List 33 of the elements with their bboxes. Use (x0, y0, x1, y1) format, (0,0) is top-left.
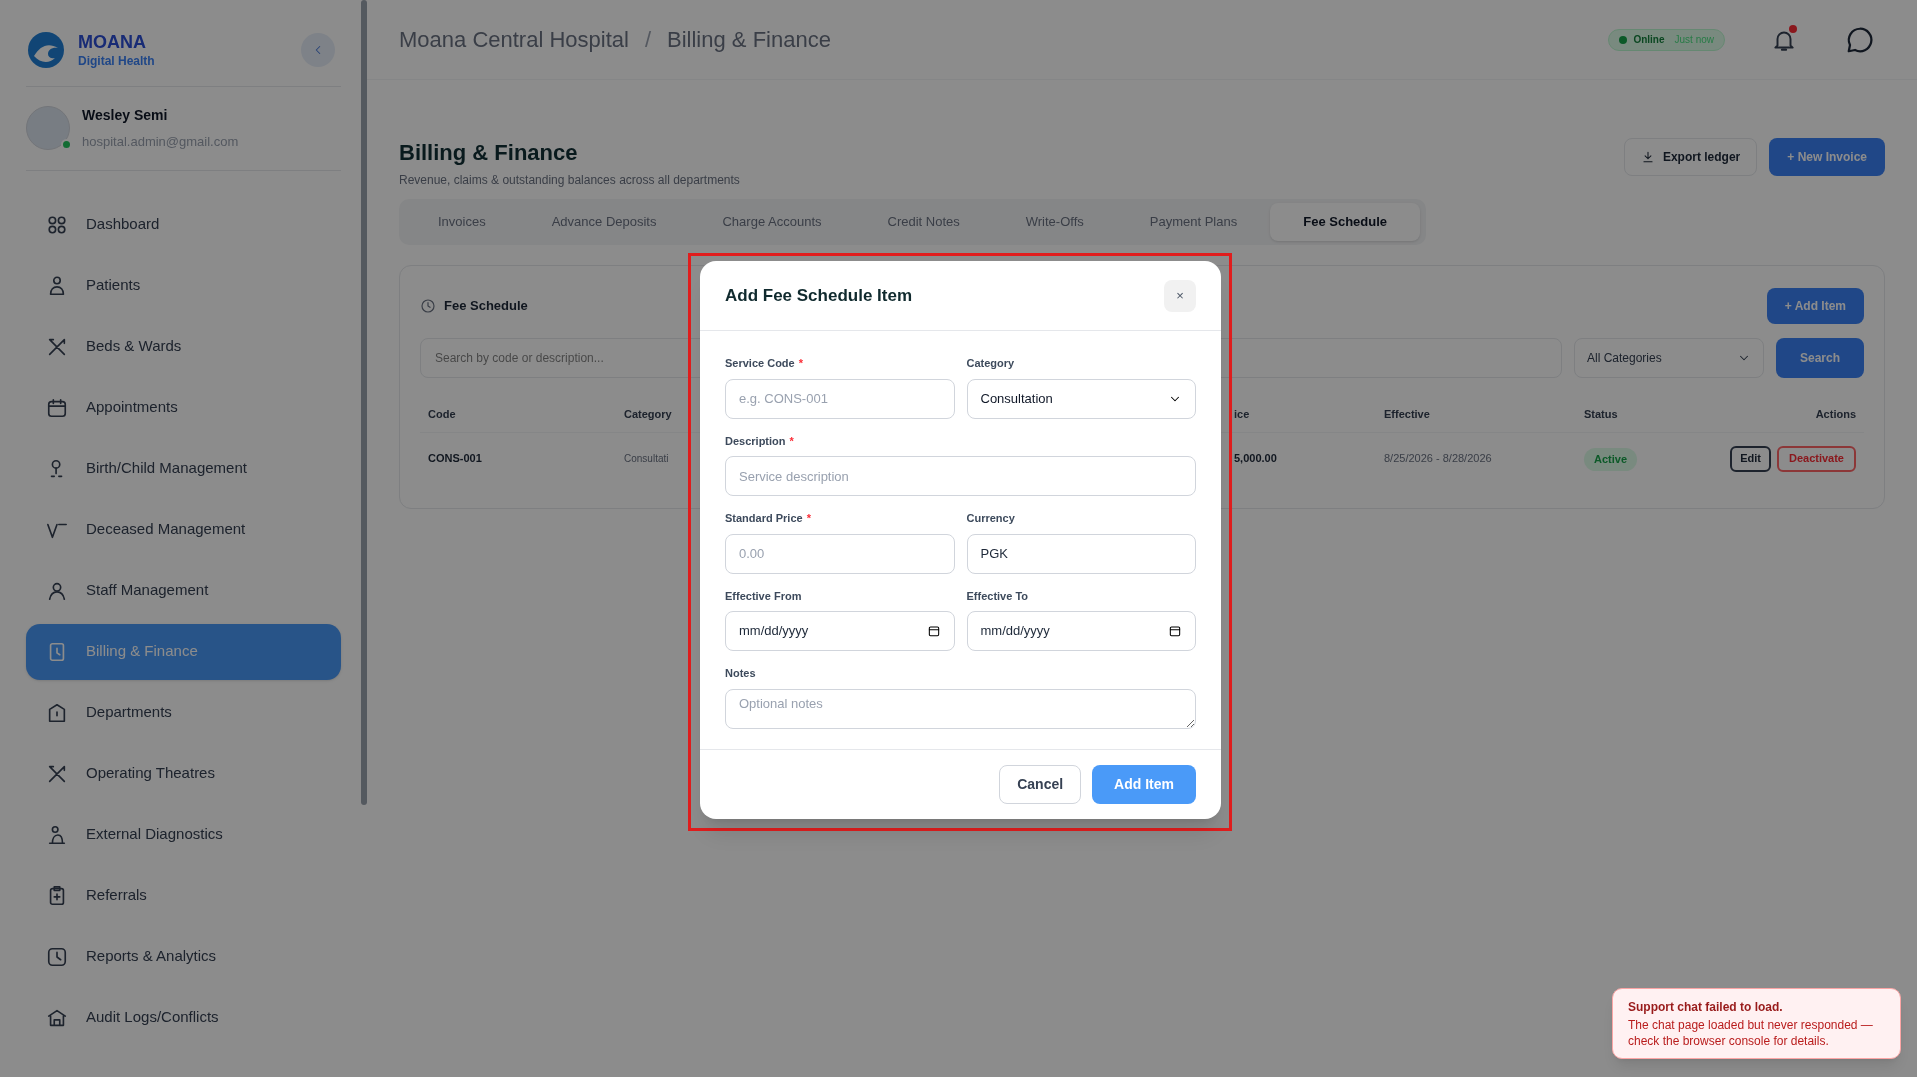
column-header: Status (1584, 406, 1619, 422)
field-label: Currency (966, 511, 1016, 526)
card-title: Fee Schedule (444, 297, 528, 316)
dialog-title: Add Fee Schedule Item (725, 284, 913, 307)
column-header: Category (624, 406, 673, 422)
table-cell-text: Consultati (624, 452, 670, 466)
status-badge: Active (1584, 448, 1638, 471)
user-name: Wesley Semi (82, 106, 169, 125)
column-header: Effective (1384, 406, 1431, 422)
column-header: Actions (1814, 406, 1856, 422)
toast-message: The chat page loaded but never responded — check the browser console for details. (1628, 1017, 1874, 1049)
field-label: Notes (725, 666, 757, 681)
breadcrumb-separator: / (644, 26, 652, 54)
table-cell-text: 8/25/2026 - 8/28/2026 (1384, 451, 1493, 467)
table-cell-text: 5,000.00 (1234, 451, 1278, 467)
toast-title: Support chat failed to load. (1628, 999, 1784, 1016)
status-time: Just now (1674, 33, 1714, 47)
column-header: ice (1234, 406, 1251, 422)
field-label: Standard Price * (725, 511, 812, 526)
status-label: Online (1633, 33, 1665, 47)
table-cell-text: CONS-001 (428, 451, 483, 467)
column-header: Code (428, 406, 457, 422)
breadcrumb-item: Billing & Finance (667, 26, 831, 54)
brand-tagline: Digital Health (78, 53, 155, 69)
field-label: Description * (725, 433, 795, 449)
page-title: Billing & Finance (399, 139, 579, 167)
field-label: Effective From (725, 588, 803, 604)
field-label: Category (966, 356, 1016, 371)
field-label: Effective To (966, 588, 1030, 604)
brand-name: MOANA (78, 31, 147, 54)
page-subtitle: Revenue, claims & outstanding balances across all departments (399, 172, 740, 189)
user-email: hospital.admin@gmail.com (82, 133, 239, 151)
field-label: Service Code * (725, 356, 804, 371)
